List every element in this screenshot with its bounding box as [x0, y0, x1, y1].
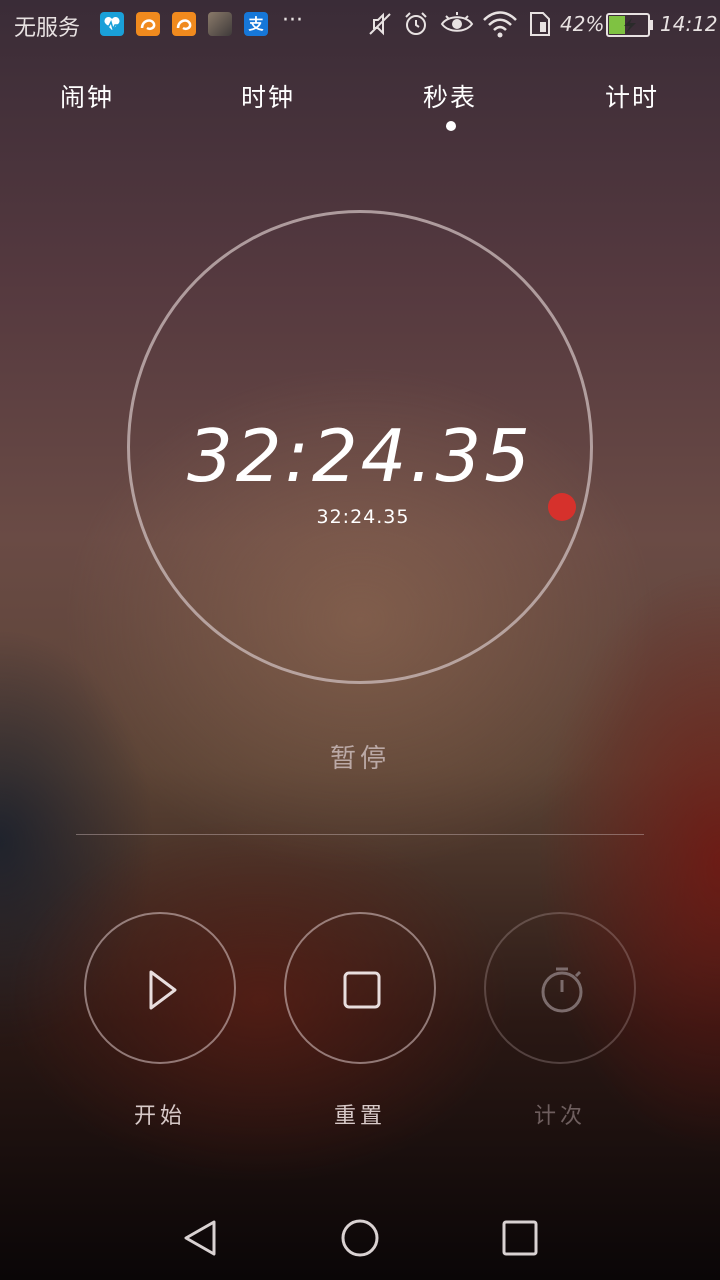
start-label: 开始 [133, 1104, 186, 1129]
health-app-icon [100, 12, 124, 36]
alarm-icon [405, 12, 427, 35]
photo-app-icon [208, 12, 232, 36]
pause-status-label: 暂停 [329, 744, 390, 774]
home-icon[interactable] [330, 1210, 390, 1270]
lap-label: 计次 [533, 1104, 586, 1129]
eye-icon [440, 12, 474, 32]
recents-icon[interactable] [490, 1210, 550, 1270]
battery-icon [606, 13, 653, 37]
back-icon[interactable] [170, 1210, 230, 1270]
reset-label: 重置 [333, 1104, 386, 1129]
overflow-indicator: ··· [282, 8, 303, 33]
status-bar: 无服务 支 ··· 42% 14:12 [0, 0, 720, 50]
lap-button[interactable] [484, 912, 636, 1064]
tab-timer[interactable]: 计时 [572, 78, 692, 114]
elapsed-time: 32:24.35 [187, 414, 533, 498]
tab-alarm[interactable]: 闹钟 [27, 78, 147, 114]
lap-time: 32:24.35 [316, 506, 410, 528]
uc-browser-icon [136, 12, 160, 36]
start-button[interactable] [84, 912, 236, 1064]
alipay-icon: 支 [244, 12, 268, 36]
uc-browser-icon [172, 12, 196, 36]
tab-stopwatch[interactable]: 秒表 [390, 78, 510, 114]
mute-icon [369, 12, 391, 36]
tab-clock[interactable]: 时钟 [208, 78, 328, 114]
carrier-label: 无服务 [14, 16, 81, 41]
wifi-icon [483, 11, 517, 38]
divider [76, 834, 644, 835]
play-icon [149, 970, 177, 1010]
reset-button[interactable] [284, 912, 436, 1064]
clock-time: 14:12 [660, 12, 718, 36]
stopwatch-icon [541, 967, 583, 1013]
second-hand-dot [548, 493, 576, 521]
battery-percent: 42% [560, 12, 605, 36]
tab-bar: 闹钟 时钟 秒表 计时 [0, 78, 720, 138]
sim-icon [530, 12, 550, 36]
stop-icon [343, 971, 381, 1009]
active-tab-indicator [446, 121, 456, 131]
navigation-bar [0, 1190, 720, 1280]
